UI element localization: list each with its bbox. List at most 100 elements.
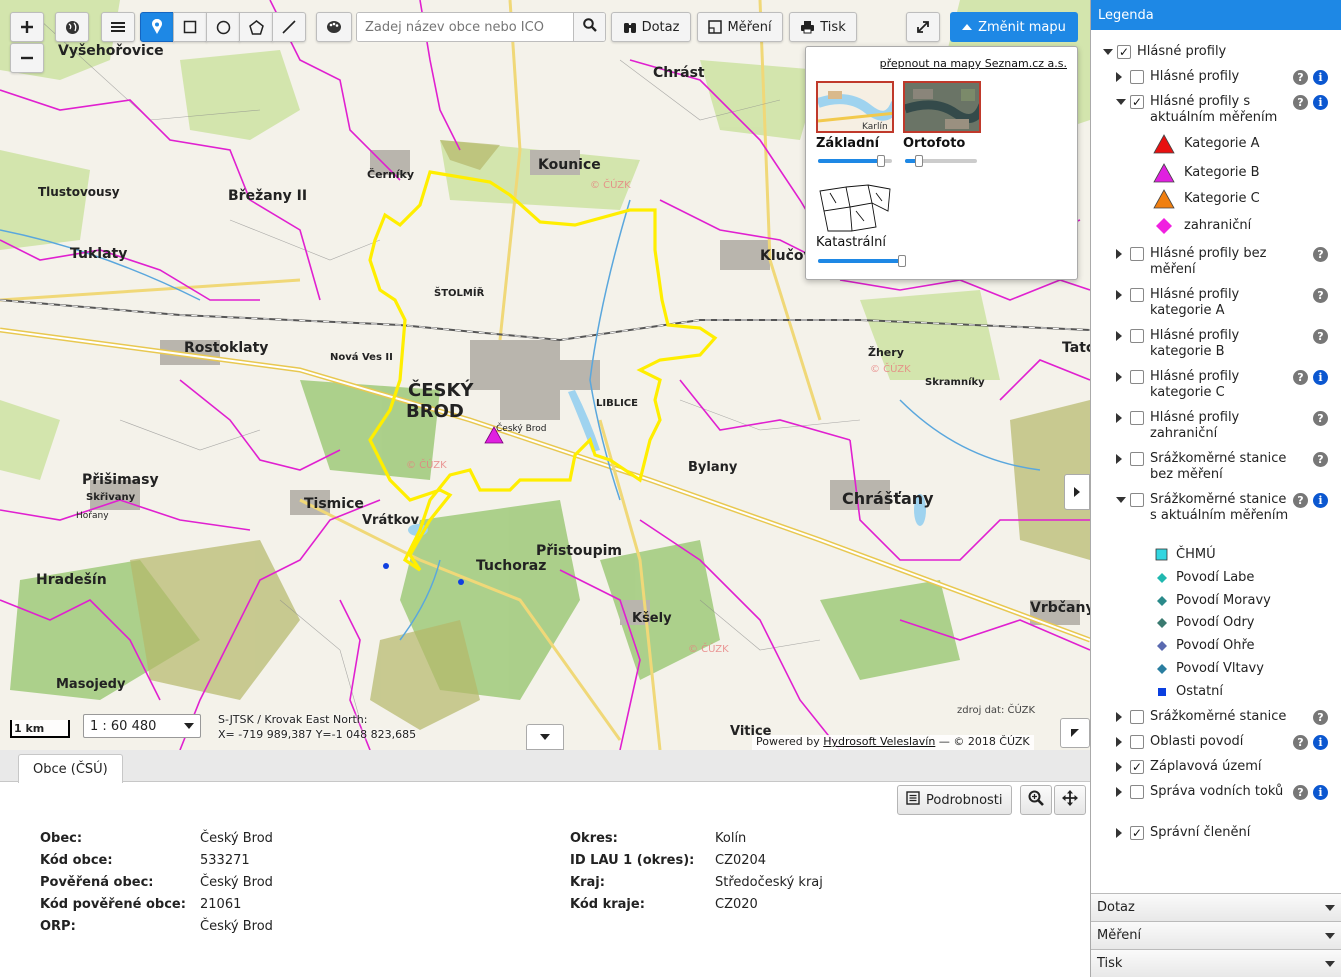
- details-button[interactable]: Podrobnosti: [897, 785, 1012, 815]
- katastralni-opacity-slider[interactable]: [818, 255, 906, 267]
- layer-checkbox[interactable]: [1130, 493, 1144, 507]
- layer-checkbox[interactable]: ✓: [1130, 826, 1144, 840]
- help-icon[interactable]: ?: [1293, 70, 1308, 85]
- help-icon[interactable]: ?: [1293, 735, 1308, 750]
- zakladni-opacity-slider[interactable]: [818, 155, 892, 167]
- fullscreen-button[interactable]: [906, 12, 940, 42]
- help-icon[interactable]: ?: [1313, 452, 1328, 467]
- layer-checkbox[interactable]: [1130, 70, 1144, 84]
- printer-icon: [800, 20, 815, 34]
- caret-right-icon[interactable]: [1116, 331, 1122, 341]
- info-icon[interactable]: i: [1313, 95, 1328, 110]
- layer-checkbox[interactable]: ✓: [1130, 95, 1144, 109]
- caret-down-icon[interactable]: [1116, 99, 1126, 105]
- symbol-label: Kategorie C: [1184, 191, 1260, 206]
- change-map-label: Změnit mapu: [978, 19, 1066, 35]
- change-map-button[interactable]: Změnit mapu: [950, 12, 1078, 42]
- caret-right-icon[interactable]: [1116, 737, 1122, 747]
- basemap-thumb-ortofoto[interactable]: [903, 81, 981, 133]
- overview-map-button[interactable]: [1060, 718, 1090, 748]
- query-button[interactable]: Dotaz: [611, 12, 691, 42]
- caret-right-icon[interactable]: [1116, 372, 1122, 382]
- zoom-in-button[interactable]: [10, 12, 44, 42]
- caret-right-icon[interactable]: [1116, 72, 1122, 82]
- map-view[interactable]: © ČÚZK © ČÚZK © ČÚZK © ČÚZK Vyšehořovice…: [0, 0, 1090, 750]
- hydrosoft-link[interactable]: Hydrosoft Veleslavín: [823, 735, 935, 748]
- chevron-right-icon: [1074, 487, 1080, 497]
- layer-checkbox[interactable]: [1130, 329, 1144, 343]
- info-icon[interactable]: i: [1313, 70, 1328, 85]
- caret-right-icon[interactable]: [1116, 712, 1122, 722]
- help-icon[interactable]: ?: [1313, 329, 1328, 344]
- help-icon[interactable]: ?: [1293, 95, 1308, 110]
- layer-checkbox[interactable]: ✓: [1130, 760, 1144, 774]
- legend-layer-1: Hlásné profily? i: [1091, 69, 1341, 85]
- profile-label: Český Brod: [496, 422, 546, 434]
- info-icon[interactable]: i: [1313, 493, 1328, 508]
- line-select-button[interactable]: [272, 12, 306, 42]
- help-icon[interactable]: ?: [1293, 785, 1308, 800]
- print-button[interactable]: Tisk: [789, 12, 857, 42]
- layer-checkbox[interactable]: [1130, 452, 1144, 466]
- expand-panel-button[interactable]: [1064, 474, 1090, 510]
- help-icon[interactable]: ?: [1293, 493, 1308, 508]
- measure-button[interactable]: Měření: [697, 12, 783, 42]
- layer-checkbox[interactable]: [1130, 247, 1144, 261]
- search-button[interactable]: [573, 13, 605, 41]
- legend-header[interactable]: Legenda: [1091, 0, 1341, 30]
- caret-down-icon[interactable]: [1116, 497, 1126, 503]
- tab-obce-csu[interactable]: Obce (ČSÚ): [18, 754, 123, 783]
- layer-checkbox[interactable]: [1130, 411, 1144, 425]
- polygon-select-button[interactable]: [239, 12, 273, 42]
- layer-checkbox[interactable]: ✓: [1117, 45, 1131, 59]
- info-icon[interactable]: i: [1313, 785, 1328, 800]
- search-input[interactable]: [357, 13, 573, 41]
- help-icon[interactable]: ?: [1313, 710, 1328, 725]
- rectangle-select-button[interactable]: [173, 12, 207, 42]
- caret-right-icon[interactable]: [1116, 787, 1122, 797]
- info-icon[interactable]: i: [1313, 735, 1328, 750]
- caret-right-icon[interactable]: [1116, 290, 1122, 300]
- layer-label: Hlásné profily kategorie A: [1150, 287, 1240, 318]
- caret-down-icon[interactable]: [1103, 49, 1113, 55]
- collapse-bottom-panel-button[interactable]: [526, 724, 564, 750]
- ortofoto-opacity-slider[interactable]: [905, 155, 977, 167]
- pan-to-feature-button[interactable]: [1054, 785, 1086, 815]
- caret-right-icon[interactable]: [1116, 454, 1122, 464]
- place-label: Kšely: [632, 611, 672, 626]
- diamond-icon: [1157, 618, 1167, 628]
- basemap-thumb-zakladni[interactable]: Karlín: [816, 81, 894, 133]
- layer-checkbox[interactable]: [1130, 370, 1144, 384]
- globe-button[interactable]: [55, 12, 89, 42]
- help-icon[interactable]: ?: [1313, 288, 1328, 303]
- layer-label: Hlásné profily kategorie B: [1150, 328, 1240, 359]
- caret-right-icon[interactable]: [1116, 828, 1122, 838]
- caret-right-icon[interactable]: [1116, 413, 1122, 423]
- style-button[interactable]: [316, 12, 352, 42]
- help-icon[interactable]: ?: [1293, 370, 1308, 385]
- accordion-tisk[interactable]: Tisk: [1091, 949, 1341, 977]
- help-icon[interactable]: ?: [1313, 247, 1328, 262]
- zoom-out-button[interactable]: [10, 43, 44, 73]
- seznam-maps-link[interactable]: přepnout na mapy Seznam.cz a.s.: [880, 57, 1067, 70]
- zoom-to-feature-button[interactable]: [1020, 785, 1052, 815]
- scale-select[interactable]: 1 : 60 480: [83, 714, 201, 738]
- info-icon[interactable]: i: [1313, 370, 1328, 385]
- accordion-dotaz[interactable]: Dotaz: [1091, 893, 1341, 921]
- accordion-mereni[interactable]: Měření: [1091, 921, 1341, 949]
- point-select-button[interactable]: [140, 12, 174, 42]
- overlay-thumb-katastralni[interactable]: [816, 181, 894, 233]
- layer-checkbox[interactable]: [1130, 785, 1144, 799]
- help-icon[interactable]: ?: [1313, 411, 1328, 426]
- layers-menu-button[interactable]: [101, 12, 135, 42]
- layer-checkbox[interactable]: [1130, 288, 1144, 302]
- layer-checkbox[interactable]: [1130, 735, 1144, 749]
- slider-knob[interactable]: [898, 255, 906, 267]
- layer-checkbox[interactable]: [1130, 710, 1144, 724]
- circle-select-button[interactable]: [206, 12, 240, 42]
- slider-knob[interactable]: [915, 155, 923, 167]
- caret-right-icon[interactable]: [1116, 249, 1122, 259]
- caret-right-icon[interactable]: [1116, 762, 1122, 772]
- detail-value: CZ020: [715, 897, 758, 912]
- slider-knob[interactable]: [877, 155, 885, 167]
